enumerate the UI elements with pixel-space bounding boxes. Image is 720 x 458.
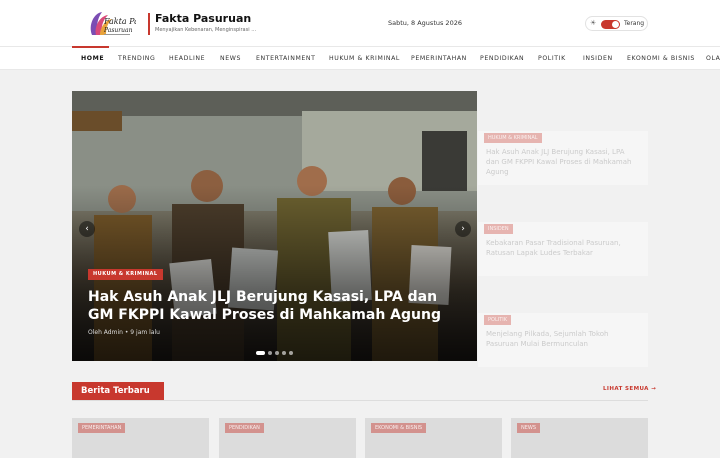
theme-switch[interactable] bbox=[601, 20, 620, 29]
nav-item-news[interactable]: NEWS bbox=[220, 47, 241, 70]
nav-item-ekonomi-bisnis[interactable]: EKONOMI & BISNIS bbox=[627, 47, 695, 70]
nav-item-entertainment[interactable]: ENTERTAINMENT bbox=[256, 47, 316, 70]
nav-item-hukum-kriminal[interactable]: HUKUM & KRIMINAL bbox=[329, 47, 400, 70]
latest-news-card[interactable]: EKONOMI & BISNIS bbox=[365, 418, 502, 458]
side-card-title: Hak Asuh Anak JLJ Berujung Kasasi, LPA d… bbox=[486, 148, 632, 176]
latest-news-card[interactable]: PEMERINTAHAN bbox=[72, 418, 209, 458]
nav-item-pendidikan[interactable]: PENDIDIKAN bbox=[480, 47, 524, 70]
theme-label: Terang bbox=[624, 20, 645, 27]
nav-item-headline[interactable]: HEADLINE bbox=[169, 47, 205, 70]
slider-prev-button[interactable]: ‹ bbox=[79, 221, 95, 237]
side-news-card[interactable]: POLITIK Menjelang Pilkada, Sejumlah Toko… bbox=[478, 313, 648, 367]
slide-author: Oleh Admin bbox=[88, 329, 123, 336]
side-card-category: INSIDEN bbox=[484, 224, 513, 234]
svg-text:Pasuruan: Pasuruan bbox=[103, 27, 133, 34]
site-title[interactable]: Fakta Pasuruan bbox=[155, 12, 251, 25]
slider-dot[interactable] bbox=[256, 351, 265, 355]
slide-category-badge[interactable]: HUKUM & KRIMINAL bbox=[88, 269, 163, 280]
latest-news-card[interactable]: PENDIDIKAN bbox=[219, 418, 356, 458]
slider-dot[interactable] bbox=[268, 351, 272, 355]
chevron-right-icon: › bbox=[461, 224, 465, 234]
side-card-title: Menjelang Pilkada, Sejumlah Tokoh Pasuru… bbox=[486, 330, 609, 348]
site-header: Fakta Pasuruan Pasuruan Fakta Pasuruan M… bbox=[0, 0, 720, 46]
brand-divider bbox=[148, 13, 150, 35]
slide-time: 9 jam lalu bbox=[130, 329, 160, 336]
nav-item-olahraga[interactable]: OLAHRAGA bbox=[706, 47, 720, 70]
side-news-card[interactable]: HUKUM & KRIMINAL Hak Asuh Anak JLJ Beruj… bbox=[478, 131, 648, 185]
slider-dot[interactable] bbox=[275, 351, 279, 355]
side-news-card[interactable]: INSIDEN Kebakaran Pasar Tradisional Pasu… bbox=[478, 222, 648, 276]
nav-item-insiden[interactable]: INSIDEN bbox=[583, 47, 613, 70]
side-card-category: POLITIK bbox=[484, 315, 512, 325]
chevron-left-icon: ‹ bbox=[85, 224, 89, 234]
nav-item-politik[interactable]: POLITIK bbox=[538, 47, 566, 70]
news-card-category: PEMERINTAHAN bbox=[78, 423, 126, 433]
slide-title[interactable]: Hak Asuh Anak JLJ Berujung Kasasi, LPA d… bbox=[88, 288, 458, 324]
main-nav: HOME TRENDING HEADLINE NEWS ENTERTAINMEN… bbox=[0, 46, 720, 70]
site-tagline: Menyajikan Kebenaran, Menginspirasi Peru… bbox=[155, 27, 259, 33]
nav-item-trending[interactable]: TRENDING bbox=[118, 47, 155, 70]
news-card-category: NEWS bbox=[517, 423, 541, 433]
news-card-category: EKONOMI & BISNIS bbox=[371, 423, 427, 433]
slider-dot[interactable] bbox=[282, 351, 286, 355]
switch-knob bbox=[612, 21, 619, 28]
see-all-link[interactable]: LIHAT SEMUA → bbox=[603, 386, 656, 392]
latest-news-card[interactable]: NEWS bbox=[511, 418, 648, 458]
theme-toggle[interactable]: ☀ Terang bbox=[585, 16, 648, 31]
section-divider bbox=[72, 400, 648, 401]
current-date: Sabtu, 8 Agustus 2026 bbox=[388, 19, 462, 27]
slider-next-button[interactable]: › bbox=[455, 221, 471, 237]
headline-slider[interactable]: ‹ › HUKUM & KRIMINAL Hak Asuh Anak JLJ B… bbox=[72, 91, 477, 361]
slider-dot[interactable] bbox=[289, 351, 293, 355]
nav-item-home[interactable]: HOME bbox=[81, 47, 104, 70]
svg-text:Fakta Pasuruan: Fakta Pasuruan bbox=[103, 17, 136, 26]
side-card-title: Kebakaran Pasar Tradisional Pasuruan, Ra… bbox=[486, 239, 621, 257]
site-logo[interactable]: Fakta Pasuruan Pasuruan bbox=[86, 9, 167, 39]
slide-meta: Oleh Admin • 9 jam lalu bbox=[88, 329, 160, 336]
news-card-category: PENDIDIKAN bbox=[225, 423, 264, 433]
nav-item-pemerintahan[interactable]: PEMERINTAHAN bbox=[411, 47, 467, 70]
sun-icon: ☀ bbox=[590, 19, 597, 27]
side-card-category: HUKUM & KRIMINAL bbox=[484, 133, 542, 143]
